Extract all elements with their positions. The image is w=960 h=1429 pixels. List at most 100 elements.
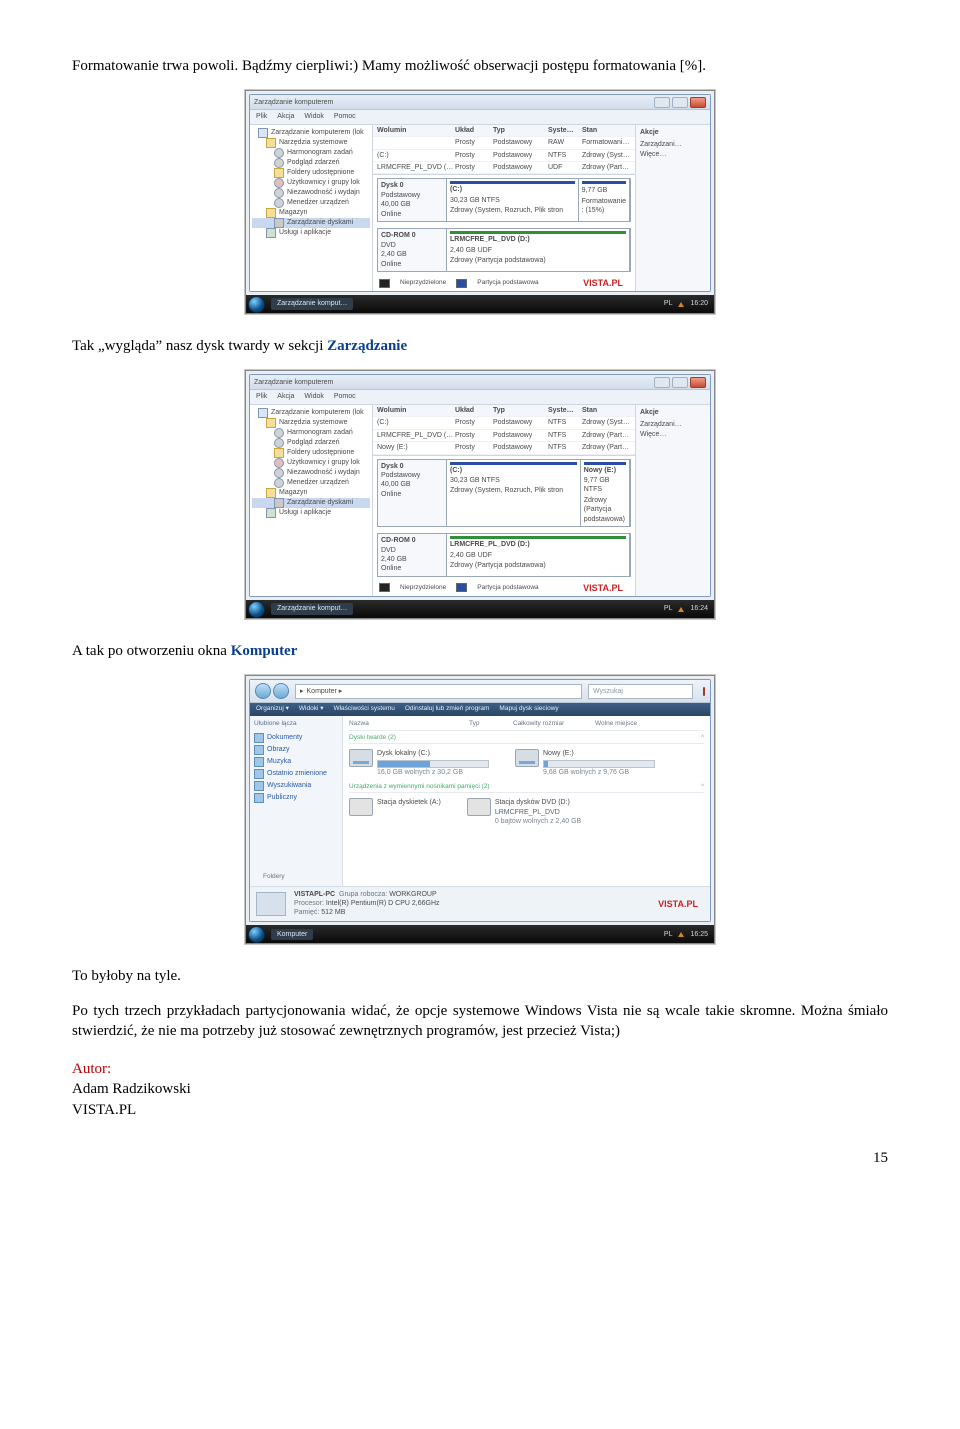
- favorite-link[interactable]: Obrazy: [254, 744, 338, 756]
- menu-view[interactable]: Widok: [304, 392, 323, 401]
- tree-node[interactable]: Foldery udostępnione: [252, 448, 370, 458]
- tree-node[interactable]: Podgląd zdarzeń: [252, 158, 370, 168]
- partition-e[interactable]: Nowy (E:) 9,77 GB NTFS Zdrowy (Partycja …: [581, 460, 630, 527]
- cmd-uninstall[interactable]: Odinstaluj lub zmień program: [405, 705, 490, 714]
- tree-node[interactable]: Niezawodność i wydajn: [252, 188, 370, 198]
- search-input[interactable]: Wyszukaj: [588, 684, 693, 699]
- tree-node[interactable]: Menedżer urządzeń: [252, 198, 370, 208]
- tree-node[interactable]: Narzędzia systemowe: [252, 418, 370, 428]
- chevron-up-icon[interactable]: ^: [701, 734, 704, 743]
- grid-row[interactable]: (C:)ProstyPodstawowyNTFSZdrowy (System, …: [373, 150, 635, 162]
- tree-icon: [266, 418, 276, 428]
- favorite-link[interactable]: Publiczny: [254, 792, 338, 804]
- tree-node[interactable]: Narzędzia systemowe: [252, 138, 370, 148]
- disk-0-block[interactable]: Dysk 0 Podstawowy 40,00 GB Online (C:) 3…: [377, 459, 631, 528]
- tree-icon: [274, 498, 284, 508]
- device-floppy[interactable]: Stacja dyskietek (A:): [349, 798, 441, 826]
- tree-node[interactable]: Foldery udostępnione: [252, 168, 370, 178]
- fav-icon: [254, 757, 264, 767]
- tree-nav[interactable]: Zarządzanie komputerem (lokNarzędzia sys…: [250, 405, 373, 596]
- folders-label[interactable]: Foldery: [263, 873, 285, 882]
- action-more[interactable]: Więce…: [640, 150, 706, 159]
- nav-fwd-icon[interactable]: [273, 683, 289, 699]
- tree-node[interactable]: Magazyn: [252, 208, 370, 218]
- cmd-sysprops[interactable]: Właściwości systemu: [333, 705, 394, 714]
- taskbar-button: Zarządzanie komput…: [271, 603, 353, 614]
- taskbar[interactable]: Komputer PL16:25: [246, 925, 714, 943]
- tree-node[interactable]: Usługi i aplikacje: [252, 228, 370, 238]
- min-icon: [654, 97, 670, 108]
- menubar: Plik Akcja Widok Pomoc: [250, 110, 710, 124]
- favorite-link[interactable]: Wyszukiwania: [254, 780, 338, 792]
- partition-formatting[interactable]: 9,77 GB Formatowanie : (15%): [579, 179, 630, 221]
- partition-c[interactable]: (C:) 30,23 GB NTFS Zdrowy (System, Rozru…: [447, 179, 579, 221]
- start-orb-icon[interactable]: [248, 296, 265, 313]
- tree-nav[interactable]: Zarządzanie komputerem (lokNarzędzia sys…: [250, 125, 373, 291]
- menu-help[interactable]: Pomoc: [334, 392, 356, 401]
- max-icon: [672, 377, 688, 388]
- menu-view[interactable]: Widok: [304, 112, 323, 121]
- action-link[interactable]: Zarządzani…: [640, 140, 706, 149]
- cdrom-block[interactable]: CD-ROM 0 DVD 2,40 GB Online LRMCFRE_PL_D…: [377, 533, 631, 577]
- disk-0-block[interactable]: Dysk 0 Podstawowy 40,00 GB Online (C:) 3…: [377, 178, 631, 222]
- drive-c[interactable]: Dysk lokalny (C:) 16,0 GB wolnych z 30,2…: [349, 749, 489, 778]
- chevron-up-icon[interactable]: ^: [701, 783, 704, 792]
- cmd-views[interactable]: Widoki ▾: [299, 705, 324, 714]
- action-more[interactable]: Więce…: [640, 430, 706, 439]
- tree-node[interactable]: Zarządzanie dyskami: [252, 498, 370, 508]
- partition-dvd[interactable]: LRMCFRE_PL_DVD (D:) 2,40 GB UDF Zdrowy (…: [447, 534, 630, 576]
- close-icon: [690, 377, 706, 388]
- favorite-link[interactable]: Ostatnio zmienione: [254, 768, 338, 780]
- actions-pane: Akcje Zarządzani… Więce…: [635, 405, 710, 596]
- tree-node[interactable]: Menedżer urządzeń: [252, 478, 370, 488]
- menu-help[interactable]: Pomoc: [334, 112, 356, 121]
- tree-node[interactable]: Podgląd zdarzeń: [252, 438, 370, 448]
- cdrom-block[interactable]: CD-ROM 0 DVD 2,40 GB Online LRMCFRE_PL_D…: [377, 228, 631, 272]
- taskbar[interactable]: Zarządzanie komput… PL16:24: [246, 600, 714, 618]
- min-icon: [654, 377, 670, 388]
- cdrom-name: CD-ROM 0: [381, 232, 416, 239]
- section-hdd[interactable]: Dyski twarde (2)^: [349, 734, 704, 744]
- grid-row[interactable]: LRMCFRE_PL_DVD (D:)ProstyPodstawowyUDFZd…: [373, 162, 635, 174]
- menubar: Plik Akcja Widok Pomoc: [250, 390, 710, 404]
- close-icon[interactable]: [703, 687, 705, 696]
- cmd-organize[interactable]: Organizuj ▾: [256, 705, 289, 714]
- menu-file[interactable]: Plik: [256, 392, 267, 401]
- tree-icon: [274, 428, 284, 438]
- screenshot-computer-window: ▸Komputer ▸ Wyszukaj Organizuj ▾ Widoki …: [245, 675, 715, 944]
- tree-node[interactable]: Użytkownicy i grupy lok: [252, 458, 370, 468]
- menu-action[interactable]: Akcja: [277, 392, 294, 401]
- action-link[interactable]: Zarządzani…: [640, 420, 706, 429]
- address-bar[interactable]: ▸Komputer ▸: [295, 684, 582, 699]
- actions-pane: Akcje Zarządzani… Więce…: [635, 125, 710, 291]
- device-dvd[interactable]: Stacja dysków DVD (D:) LRMCFRE_PL_DVD 0 …: [467, 798, 581, 826]
- tree-node[interactable]: Zarządzanie dyskami: [252, 218, 370, 228]
- tree-node[interactable]: Niezawodność i wydajn: [252, 468, 370, 478]
- favorite-link[interactable]: Muzyka: [254, 756, 338, 768]
- grid-row[interactable]: (C:)ProstyPodstawowyNTFSZdrowy (System, …: [373, 417, 635, 429]
- tree-node[interactable]: Harmonogram zadań: [252, 428, 370, 438]
- partition-dvd[interactable]: LRMCFRE_PL_DVD (D:) 2,40 GB UDF Zdrowy (…: [447, 229, 630, 271]
- tree-node[interactable]: Zarządzanie komputerem (lok: [252, 128, 370, 138]
- tree-node[interactable]: Użytkownicy i grupy lok: [252, 178, 370, 188]
- start-orb-icon[interactable]: [248, 601, 265, 618]
- grid-row[interactable]: LRMCFRE_PL_DVD (D:)ProstyPodstawowyNTFSZ…: [373, 430, 635, 442]
- taskbar[interactable]: Zarządzanie komput… PL16:20: [246, 295, 714, 313]
- menu-action[interactable]: Akcja: [277, 112, 294, 121]
- tree-node[interactable]: Zarządzanie komputerem (lok: [252, 408, 370, 418]
- tree-node[interactable]: Magazyn: [252, 488, 370, 498]
- start-orb-icon[interactable]: [248, 926, 265, 943]
- drive-e[interactable]: Nowy (E:) 9,68 GB wolnych z 9,76 GB: [515, 749, 655, 778]
- grid-row[interactable]: Nowy (E:)ProstyPodstawowyNTFSZdrowy (Par…: [373, 442, 635, 454]
- tree-node[interactable]: Harmonogram zadań: [252, 148, 370, 158]
- menu-file[interactable]: Plik: [256, 112, 267, 121]
- section-removable[interactable]: Urządzenia z wymiennymi nośnikami pamięc…: [349, 783, 704, 793]
- grid-row[interactable]: ProstyPodstawowyRAWFormatowanie : (15%): [373, 137, 635, 149]
- nav-back-icon[interactable]: [255, 683, 271, 699]
- partition-c[interactable]: (C:) 30,23 GB NTFS Zdrowy (System, Rozru…: [447, 460, 581, 527]
- tree-node[interactable]: Usługi i aplikacje: [252, 508, 370, 518]
- cmd-mapdrive[interactable]: Mapuj dysk sieciowy: [499, 705, 558, 714]
- favorite-link[interactable]: Dokumenty: [254, 732, 338, 744]
- usage-bar-c: [377, 760, 489, 768]
- tree-icon: [274, 438, 284, 448]
